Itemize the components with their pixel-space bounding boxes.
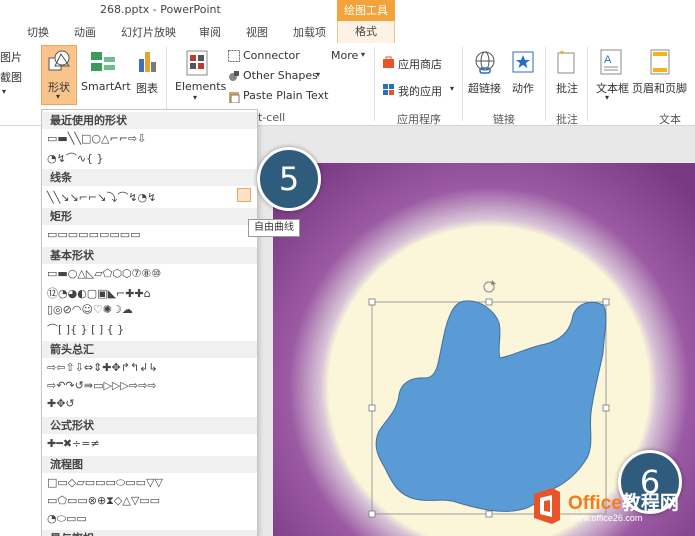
watermark: Office教程网 www.office26.com [530,486,690,530]
my-apps-icon [383,84,394,95]
group-label-partial: t-cell [258,111,286,124]
shapes-gallery-dropdown: 最近使用的形状 ▭▬╲╲□○△⌐⌐⇨⇩ ◔↯⌒∿{ } 线条 ╲╲↘↘⌐⌐↘⤵⌒… [41,109,258,536]
links-group-label: 链接 [493,113,515,126]
recent-shapes-row[interactable]: ◔↯⌒∿{ } [47,150,104,166]
app-store-button[interactable]: 应用商店 [398,56,442,72]
freeform-shape[interactable] [375,300,607,512]
section-block-arrows: 箭头总汇 [42,341,257,358]
section-stars-banners: 星与旗帜 [42,530,257,536]
chart-button[interactable]: 图表 [136,80,158,96]
flowchart-row[interactable]: □▭◇▱▭▭▭⬭▭▭▽▽ [47,476,163,490]
store-icon [383,56,394,68]
comment-icon [557,51,575,74]
textbox-button[interactable]: 文本框 [596,80,629,96]
tooltip-freeform: 自由曲线 [248,219,300,237]
other-shapes-chevron-icon[interactable]: ▾ [316,70,320,79]
hyperlink-icon [475,51,495,74]
section-rectangles: 矩形 [42,208,257,225]
block-arrows-row[interactable]: ✚✥↺ [47,397,75,410]
paste-icon [229,92,240,103]
more-button[interactable]: More [331,49,358,62]
svg-text:A: A [604,54,612,66]
watermark-brand: Office教程网 [568,493,679,514]
paste-plain-text-button[interactable]: Paste Plain Text [243,89,328,102]
basic-shapes-row[interactable]: ▯◎⊘◠☺♡✺☽☁ [47,303,133,316]
block-arrows-row[interactable]: ⇨⇦⇧⇩⇔⇕✚✥↱↰↲↳ [47,361,158,374]
ribbon-tabs: 切换 动画 幻灯片放映 审阅 视图 加载项 格式 [0,21,695,43]
watermark-url: www.office26.com [570,513,643,523]
textbox-chevron-icon[interactable]: ▾ [605,93,609,102]
basic-shapes-row[interactable]: ▭▬○△◺▱⬠⬡⬡⑦⑧⑩ [47,267,161,280]
rotate-handle-icon[interactable] [483,280,496,293]
shapes-button[interactable]: 形状 ▾ [41,45,77,105]
elements-icon [186,50,208,76]
other-shapes-button[interactable]: Other Shapes [243,69,318,82]
separator [374,47,375,121]
comment-button[interactable]: 批注 [556,80,578,96]
flowchart-row[interactable]: ▭⬠▭▭⊗⊕⧗◇△▽▭▭ [47,494,160,508]
section-flowchart: 流程图 [42,456,257,473]
drawing-tools-band: 绘图工具 [337,0,395,21]
separator [587,47,588,121]
section-basic-shapes: 基本形状 [42,247,257,264]
equation-shapes-row[interactable]: ✚━✖÷=≠ [47,437,100,450]
smartart-icon [91,52,115,71]
freeform-tool-highlight[interactable] [237,188,251,202]
tab-transitions[interactable]: 切换 [27,24,49,40]
screenshot-button-label[interactable]: 截图 [0,69,22,85]
section-equation-shapes: 公式形状 [42,417,257,434]
elements-chevron-icon[interactable]: ▾ [193,93,197,102]
tab-format[interactable]: 格式 [337,21,395,43]
office-logo-icon [534,488,560,524]
comments-group-label: 批注 [556,113,578,126]
more-chevron-icon[interactable]: ▾ [361,50,365,59]
chart-icon [139,52,156,72]
shapes-icon [48,50,70,71]
section-recent-shapes: 最近使用的形状 [42,112,257,129]
tab-view[interactable]: 视图 [246,24,268,40]
basic-shapes-row[interactable]: ⌒[ ]{ } [ ] { } [47,321,124,337]
action-button[interactable]: 动作 [512,80,534,96]
rectangles-row[interactable]: ▭▭▭▭▭▭▭▭▭ [47,228,141,241]
connector-button[interactable]: Connector [243,49,300,62]
other-shapes-icon [229,71,239,81]
header-footer-icon [650,49,670,75]
separator [545,47,546,121]
elements-button[interactable]: Elements [175,80,226,93]
block-arrows-row[interactable]: ⇨↶↷↺⇛▭▷▷▷⇨⇨⇨ [47,379,157,392]
tab-addins[interactable]: 加载项 [293,24,326,40]
title-bar: 268.pptx - PowerPoint 绘图工具 [0,0,695,21]
smartart-button[interactable]: SmartArt [81,80,131,93]
basic-shapes-row[interactable]: ⑫◔◕◐▢▣◣⌐✚✚⌂ [47,285,151,301]
tab-slideshow[interactable]: 幻灯片放映 [121,24,176,40]
lines-row[interactable]: ╲╲↘↘⌐⌐↘⤵⌒↯◔↯ [47,189,156,205]
hyperlink-button[interactable]: 超链接 [468,80,501,96]
textbox-icon: A [600,49,622,75]
my-apps-button[interactable]: 我的应用 [398,83,442,99]
text-group-label: 文本 [659,113,681,126]
callout-step-5: 5 [257,147,321,211]
separator [462,47,463,121]
tab-animations[interactable]: 动画 [74,24,96,40]
header-footer-button[interactable]: 页眉和页脚 [632,80,687,96]
connector-icon [228,50,240,62]
tab-review[interactable]: 审阅 [199,24,221,40]
section-lines: 线条 [42,169,257,186]
apps-group-label: 应用程序 [397,113,441,126]
picture-button-label[interactable]: 图片 [0,49,22,65]
shapes-chevron-icon: ▾ [56,92,61,101]
recent-shapes-row[interactable]: ▭▬╲╲□○△⌐⌐⇨⇩ [47,132,146,145]
screenshot-chevron-icon[interactable]: ▾ [2,87,6,96]
flowchart-row[interactable]: ◔⬭▭▭ [47,512,87,526]
my-apps-chevron-icon[interactable]: ▾ [450,84,454,93]
window-title: 268.pptx - PowerPoint [100,3,221,16]
action-icon [512,51,534,73]
